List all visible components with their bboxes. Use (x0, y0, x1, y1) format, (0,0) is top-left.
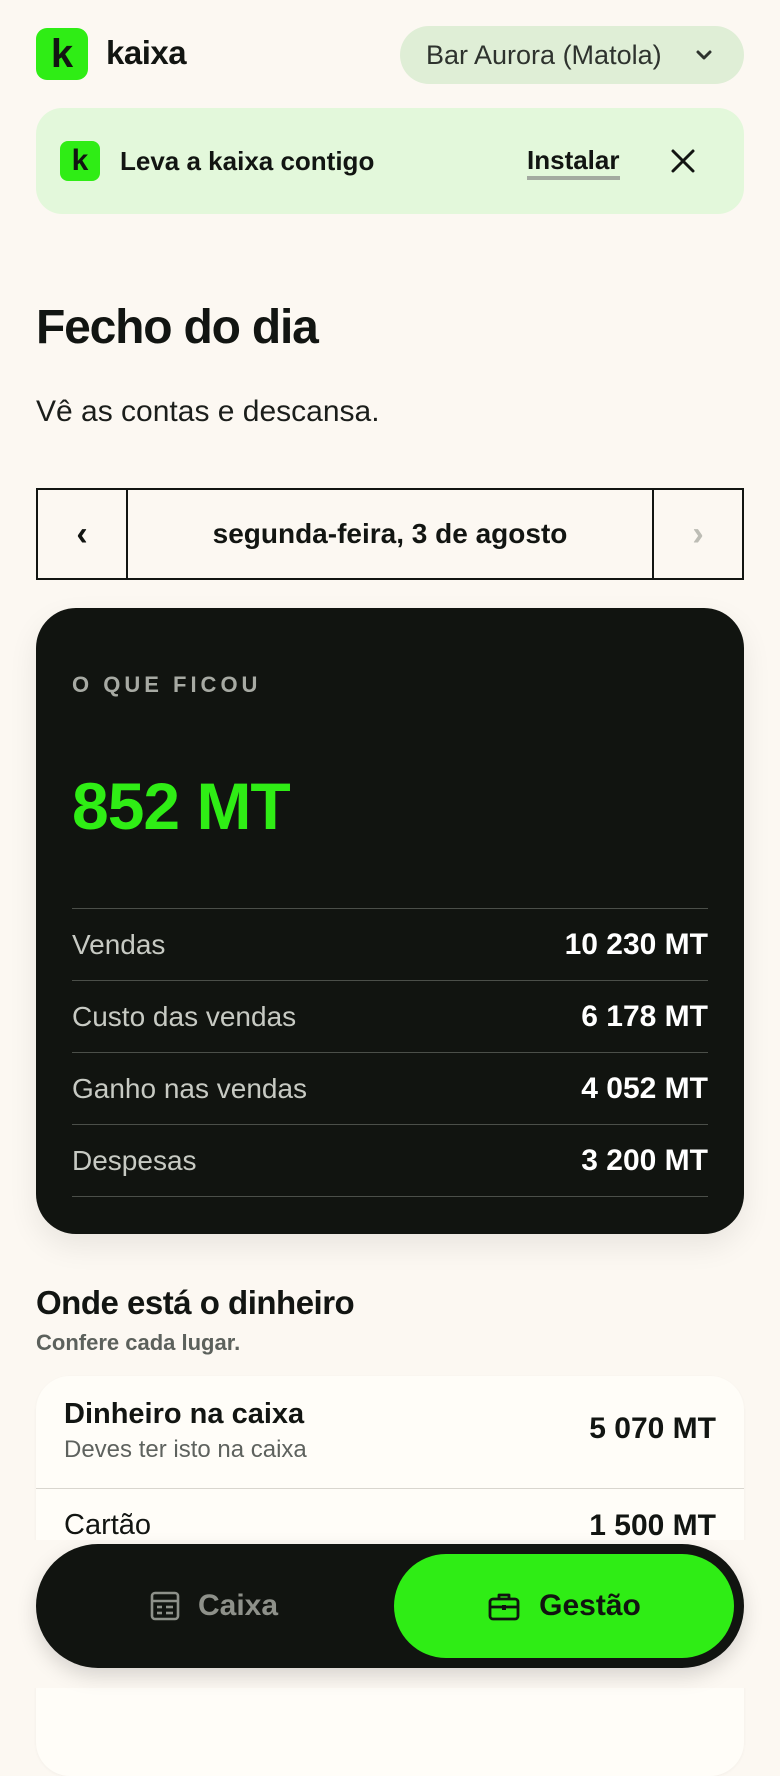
summary-row-label: Despesas (72, 1144, 197, 1176)
money-row-value: 1 500 MT (589, 1509, 716, 1542)
page-title: Fecho do dia (36, 301, 319, 354)
bottom-tab-bar: Caixa Gestão (36, 1544, 744, 1668)
money-section-subtitle: Confere cada lugar. (36, 1330, 241, 1355)
chevron-down-icon (696, 50, 712, 60)
banner-logo-letter: k (71, 144, 89, 177)
app-header: k kaixa Bar Aurora (Matola) (36, 26, 744, 84)
banner-logo: k (60, 141, 100, 181)
tab-gestao[interactable]: Gestão (394, 1554, 734, 1658)
close-icon[interactable] (670, 148, 696, 174)
money-row-cash[interactable]: Dinheiro na caixa Deves ter isto na caix… (36, 1376, 744, 1489)
summary-value: 852 MT (72, 769, 291, 843)
money-row-name: Dinheiro na caixa (64, 1398, 305, 1430)
logo-letter: k (50, 32, 74, 76)
day-summary-card: O QUE FICOU 852 MT Vendas 10 230 MT Cust… (36, 608, 744, 1234)
summary-row-cost: Custo das vendas 6 178 MT (72, 981, 708, 1053)
summary-row-label: Ganho nas vendas (72, 1072, 308, 1104)
summary-row-label: Custo das vendas (72, 1000, 297, 1032)
summary-label: O QUE FICOU (72, 672, 262, 697)
money-section-title: Onde está o dinheiro (36, 1284, 355, 1321)
venue-selector[interactable]: Bar Aurora (Matola) (400, 26, 744, 84)
next-day-button[interactable]: › (652, 490, 742, 578)
current-date: segunda-feira, 3 de agosto (212, 518, 568, 549)
money-row-value: 5 070 MT (589, 1412, 716, 1445)
summary-row-gain: Ganho nas vendas 4 052 MT (72, 1053, 708, 1125)
date-navigator: ‹ segunda-feira, 3 de agosto › (36, 488, 744, 580)
summary-rows: Vendas 10 230 MT Custo das vendas 6 178 … (72, 908, 708, 1197)
venue-label: Bar Aurora (Matola) (426, 39, 662, 70)
summary-row-value: 6 178 MT (581, 999, 708, 1033)
tab-caixa-label: Caixa (197, 1589, 279, 1622)
previous-day-button[interactable]: ‹ (38, 490, 128, 578)
money-row-hint: Deves ter isto na caixa (64, 1436, 307, 1463)
briefcase-icon (488, 1593, 520, 1621)
brand-name: kaixa (106, 34, 187, 71)
summary-row-value: 4 052 MT (581, 1071, 708, 1105)
tab-gestao-label: Gestão (539, 1589, 641, 1622)
install-banner-text: Leva a kaixa contigo (120, 146, 375, 176)
tab-caixa[interactable]: Caixa (36, 1544, 390, 1668)
summary-row-label: Vendas (72, 928, 166, 960)
install-banner: k Leva a kaixa contigo Instalar (36, 108, 744, 214)
kaixa-logo[interactable]: k (36, 28, 88, 80)
money-row-name: Cartão (64, 1509, 152, 1541)
register-icon (150, 1591, 180, 1621)
summary-row-value: 3 200 MT (581, 1143, 708, 1177)
page-subtitle: Vê as contas e descansa. (36, 395, 380, 428)
install-link[interactable]: Instalar (527, 146, 620, 180)
summary-row-expenses: Despesas 3 200 MT (72, 1125, 708, 1197)
summary-row-value: 10 230 MT (564, 927, 708, 961)
summary-row-sales: Vendas 10 230 MT (72, 909, 708, 981)
